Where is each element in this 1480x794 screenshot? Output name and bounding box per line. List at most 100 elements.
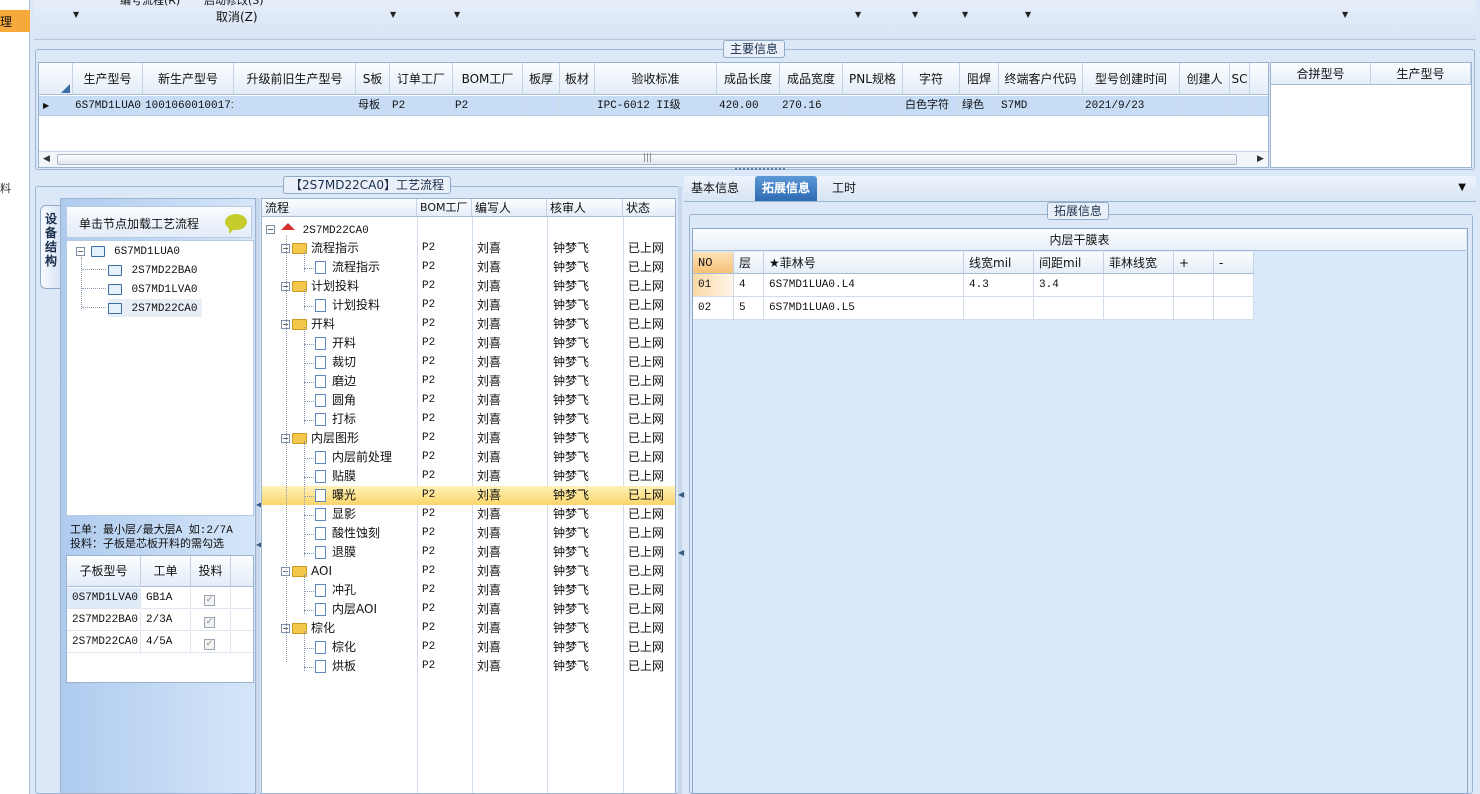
sub-col-feed[interactable]: 投料 bbox=[191, 556, 231, 587]
film-cell[interactable]: 6S7MD1LUA0.L4 bbox=[764, 274, 964, 297]
main-cell[interactable] bbox=[234, 96, 356, 116]
main-col-header[interactable]: 生产型号 bbox=[73, 63, 143, 95]
main-cell[interactable]: 2021/9/23 bbox=[1083, 96, 1180, 116]
process-step-row[interactable]: 流程指示 P2 刘喜 钟梦飞 已上网 bbox=[262, 258, 675, 277]
main-col-header[interactable]: 板厚 bbox=[523, 63, 560, 95]
proc-col-status[interactable]: 状态 bbox=[623, 199, 675, 217]
main-cell[interactable] bbox=[560, 96, 595, 116]
process-group-row[interactable]: − 计划投料 P2 刘喜 钟梦飞 已上网 bbox=[262, 277, 675, 296]
process-step-row[interactable]: 磨边 P2 刘喜 钟梦飞 已上网 bbox=[262, 372, 675, 391]
proc-col-flow[interactable]: 流程 bbox=[262, 199, 417, 217]
process-step-row[interactable]: 打标 P2 刘喜 钟梦飞 已上网 bbox=[262, 410, 675, 429]
film-cell[interactable]: 02 bbox=[693, 297, 734, 320]
scrollbar-thumb[interactable]: ||| bbox=[57, 153, 1237, 165]
checkbox-icon[interactable]: ✓ bbox=[204, 617, 215, 628]
main-cell[interactable]: 420.00 bbox=[717, 96, 780, 116]
chevron-down-icon[interactable]: ▼ bbox=[1342, 10, 1348, 19]
sub-cell-model[interactable]: 2S7MD22CA0 bbox=[67, 632, 141, 653]
main-col-header[interactable]: 创建人 bbox=[1180, 63, 1230, 95]
film-cell[interactable] bbox=[1104, 274, 1174, 297]
process-step-row[interactable]: 棕化 P2 刘喜 钟梦飞 已上网 bbox=[262, 638, 675, 657]
horizontal-splitter-grip[interactable] bbox=[735, 168, 785, 174]
film-col-header[interactable]: ★菲林号 bbox=[764, 252, 964, 274]
film-col-header[interactable]: 线宽mil bbox=[964, 252, 1034, 274]
process-step-row[interactable]: 开料 P2 刘喜 钟梦飞 已上网 bbox=[262, 334, 675, 353]
collapse-left-icon[interactable]: ◀ bbox=[678, 490, 684, 499]
sub-col-model[interactable]: 子板型号 bbox=[67, 556, 141, 587]
chevron-down-icon[interactable]: ▼ bbox=[855, 10, 861, 19]
vertical-splitter[interactable] bbox=[256, 198, 260, 794]
main-cell[interactable] bbox=[843, 96, 903, 116]
process-step-row[interactable]: 计划投料 P2 刘喜 钟梦飞 已上网 bbox=[262, 296, 675, 315]
chevron-down-icon[interactable]: ▼ bbox=[1025, 10, 1031, 19]
chevron-down-icon[interactable]: ▼ bbox=[454, 10, 460, 19]
film-cell[interactable]: 4 bbox=[734, 274, 764, 297]
film-cell[interactable] bbox=[1104, 297, 1174, 320]
table-row[interactable]: ▶ 6S7MD1LUA0 10010600100171 母板 P2 P2 IPC-6012… bbox=[39, 96, 1268, 116]
process-step-row[interactable]: 圆角 P2 刘喜 钟梦飞 已上网 bbox=[262, 391, 675, 410]
tab-work-hours[interactable]: 工时 bbox=[825, 176, 863, 201]
main-col-header[interactable]: 板材 bbox=[560, 63, 595, 95]
film-cell[interactable]: 4.3 bbox=[964, 274, 1034, 297]
tree-node-root[interactable]: − 6S7MD1LUA0 bbox=[76, 244, 180, 258]
proc-col-bom[interactable]: BOM工厂 bbox=[417, 199, 472, 217]
main-cell[interactable] bbox=[523, 96, 560, 116]
process-group-row[interactable]: − AOI P2 刘喜 钟梦飞 已上网 bbox=[262, 562, 675, 581]
toolbar-cut-label-2[interactable]: 启动修改(S) bbox=[204, 0, 264, 8]
chevron-down-icon[interactable]: ▼ bbox=[73, 10, 79, 19]
proc-col-checker[interactable]: 核审人 bbox=[547, 199, 623, 217]
process-step-row[interactable]: 烘板 P2 刘喜 钟梦飞 已上网 bbox=[262, 657, 675, 676]
process-group-row[interactable]: − 开料 P2 刘喜 钟梦飞 已上网 bbox=[262, 315, 675, 334]
main-cell[interactable]: 6S7MD1LUA0 bbox=[73, 96, 143, 116]
film-cell[interactable] bbox=[1174, 274, 1214, 297]
horizontal-scrollbar[interactable]: ◀ ||| ▶ bbox=[39, 151, 1268, 167]
tab-extended-info[interactable]: 拓展信息 bbox=[755, 176, 818, 201]
sub-cell-order[interactable]: 2/3A bbox=[141, 610, 191, 631]
film-col-header[interactable]: 间距mil bbox=[1034, 252, 1104, 274]
chevron-down-icon[interactable]: ▼ bbox=[912, 10, 918, 19]
film-col-header[interactable]: 层 bbox=[734, 252, 764, 274]
film-col-header[interactable]: - bbox=[1214, 252, 1254, 274]
sub-cell-feed[interactable]: ✓ bbox=[191, 610, 231, 631]
tree-node[interactable]: 0S7MD1LVA0 bbox=[108, 282, 198, 296]
main-col-header[interactable]: 成品宽度 bbox=[780, 63, 843, 95]
sub-cell-model[interactable]: 0S7MD1LVA0 bbox=[67, 588, 141, 609]
checkbox-icon[interactable]: ✓ bbox=[204, 639, 215, 650]
main-col-header[interactable]: S板 bbox=[356, 63, 390, 95]
main-cell[interactable]: P2 bbox=[453, 96, 523, 116]
film-cell[interactable] bbox=[964, 297, 1034, 320]
film-cell[interactable]: 3.4 bbox=[1034, 274, 1104, 297]
process-step-row[interactable]: 内层前处理 P2 刘喜 钟梦飞 已上网 bbox=[262, 448, 675, 467]
film-cell[interactable] bbox=[1174, 297, 1214, 320]
process-step-row[interactable]: 酸性蚀刻 P2 刘喜 钟梦飞 已上网 bbox=[262, 524, 675, 543]
main-cell[interactable]: S7MD bbox=[999, 96, 1083, 116]
process-step-row[interactable]: 贴膜 P2 刘喜 钟梦飞 已上网 bbox=[262, 467, 675, 486]
tab-equipment-structure[interactable]: 设备结构 bbox=[40, 205, 62, 289]
main-cell[interactable] bbox=[1180, 96, 1230, 116]
film-cell[interactable]: 01 bbox=[693, 274, 734, 297]
film-cell[interactable] bbox=[1214, 274, 1254, 297]
main-cell[interactable]: P2 bbox=[390, 96, 453, 116]
main-cell[interactable]: 270.16 bbox=[780, 96, 843, 116]
film-cell[interactable] bbox=[1214, 297, 1254, 320]
scroll-right-icon[interactable]: ▶ bbox=[1257, 154, 1264, 164]
tree-node[interactable]: 2S7MD22BA0 bbox=[108, 263, 198, 277]
main-col-header[interactable]: 字符 bbox=[903, 63, 960, 95]
sub-cell-feed[interactable]: ✓ bbox=[191, 632, 231, 653]
main-col-header[interactable]: PNL规格 bbox=[843, 63, 903, 95]
process-step-row[interactable]: 内层AOI P2 刘喜 钟梦飞 已上网 bbox=[262, 600, 675, 619]
main-cell[interactable]: IPC-6012 II级 bbox=[595, 96, 717, 116]
film-cell[interactable]: 5 bbox=[734, 297, 764, 320]
main-cell[interactable]: 母板 bbox=[356, 96, 390, 116]
film-cell[interactable]: 6S7MD1LUA0.L5 bbox=[764, 297, 964, 320]
main-col-header[interactable]: 终端客户代码 bbox=[999, 63, 1083, 95]
sub-col-order[interactable]: 工单 bbox=[141, 556, 191, 587]
process-root-row[interactable]: − 2S7MD22CA0 bbox=[262, 220, 675, 239]
side-grid-col-0[interactable]: 合拼型号 bbox=[1271, 63, 1371, 85]
process-step-row[interactable]: 裁切 P2 刘喜 钟梦飞 已上网 bbox=[262, 353, 675, 372]
film-col-header[interactable]: NO bbox=[693, 252, 734, 274]
film-col-header[interactable]: + bbox=[1174, 252, 1214, 274]
sub-cell-model[interactable]: 2S7MD22BA0 bbox=[67, 610, 141, 631]
collapse-icon[interactable]: − bbox=[76, 246, 85, 256]
main-col-header[interactable]: 成品长度 bbox=[717, 63, 780, 95]
